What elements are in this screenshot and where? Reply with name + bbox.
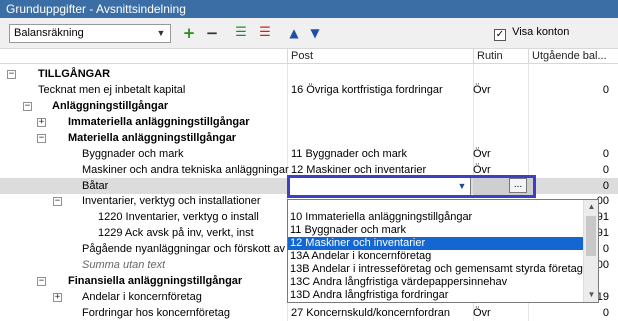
col-rutin-header[interactable]: Rutin <box>473 49 528 64</box>
expand-icon[interactable]: + <box>37 118 46 127</box>
dropdown-option[interactable]: 13D Andra långfristiga fordringar <box>288 289 584 302</box>
move-right-icon[interactable]: ☰ <box>232 24 250 42</box>
collapse-icon[interactable]: − <box>37 134 46 143</box>
scroll-up-icon[interactable]: ▲ <box>584 200 598 214</box>
tree-row[interactable]: − TILLGÅNGAR <box>0 66 618 82</box>
dropdown-option-selected[interactable]: 12 Maskiner och inventarier <box>288 237 584 250</box>
column-header: Post Rutin Utgående bal... <box>0 49 618 64</box>
row-balance: 0 <box>602 84 609 96</box>
row-rutin: Övr <box>473 148 491 160</box>
row-post: 16 Övriga kortfristiga fordringar <box>291 84 443 96</box>
tree-row[interactable]: Fordringar hos koncernföretag 27 Koncern… <box>0 305 618 321</box>
tree-row[interactable]: + Immateriella anläggningstillgångar <box>0 114 618 130</box>
row-balance: 0 <box>602 164 609 176</box>
tree-row[interactable]: − Anläggningstillgångar <box>0 98 618 114</box>
row-label: Immateriella anläggningstillgångar <box>68 116 250 128</box>
collapse-icon[interactable]: − <box>23 102 32 111</box>
row-rutin: Övr <box>473 307 491 319</box>
report-type-value: Balansräkning <box>14 27 84 39</box>
row-label: Finansiella anläggningstillgångar <box>68 275 243 287</box>
col-utg-header[interactable]: Utgående bal... <box>528 49 618 64</box>
sort-down-icon[interactable]: ▼ <box>306 24 324 42</box>
row-rutin: Övr <box>473 84 491 96</box>
toolbar: Balansräkning ▼ + − ☰ ☰ ▲ ▼ ✓ Visa konto… <box>0 18 618 49</box>
row-balance: 0 <box>602 148 609 160</box>
row-balance: 0 <box>602 180 609 192</box>
expand-icon[interactable]: + <box>53 293 62 302</box>
collapse-icon[interactable]: − <box>7 70 16 79</box>
show-accounts-label: Visa konton <box>512 26 570 38</box>
row-label: Maskiner och andra tekniska anläggningar <box>82 164 289 176</box>
row-label: TILLGÅNGAR <box>38 68 111 80</box>
scroll-down-icon[interactable]: ▼ <box>584 288 598 302</box>
scroll-thumb[interactable] <box>586 216 596 256</box>
post-dropdown-list[interactable]: 10 Immateriella anläggningstillgångar 11… <box>287 199 599 303</box>
dropdown-scrollbar[interactable]: ▲ ▼ <box>583 200 598 302</box>
row-label: Materiella anläggningstillgångar <box>68 132 237 144</box>
row-label: Anläggningstillgångar <box>52 100 169 112</box>
row-post: 27 Koncernskuld/koncernfordran <box>291 307 450 319</box>
row-label: Andelar i koncernföretag <box>82 291 202 303</box>
dropdown-option[interactable]: 13A Andelar i koncernföretag <box>288 250 584 263</box>
show-accounts-toggle[interactable]: ✓ Visa konton <box>494 26 569 41</box>
dropdown-option[interactable]: 10 Immateriella anläggningstillgångar <box>288 211 584 224</box>
edit-highlight <box>287 175 536 198</box>
row-label: Fordringar hos koncernföretag <box>82 307 230 319</box>
col-name-header[interactable] <box>0 49 287 64</box>
row-label: Båtar <box>82 180 109 192</box>
row-label: Byggnader och mark <box>82 148 184 160</box>
row-label: Summa utan text <box>82 259 166 271</box>
tree-row[interactable]: − Materiella anläggningstillgångar <box>0 130 618 146</box>
add-icon[interactable]: + <box>180 24 198 42</box>
tree-row[interactable]: Tecknat men ej inbetalt kapital 16 Övrig… <box>0 82 618 98</box>
dropdown-option[interactable]: 11 Byggnader och mark <box>288 224 584 237</box>
chevron-down-icon[interactable]: ▼ <box>154 26 168 41</box>
row-post: 11 Byggnader och mark <box>291 148 407 160</box>
show-accounts-checkbox[interactable]: ✓ <box>494 29 506 41</box>
row-label: Pågående nyanläggningar och förskott av <box>82 243 286 255</box>
col-post-header[interactable]: Post <box>287 49 473 64</box>
collapse-icon[interactable]: − <box>53 197 62 206</box>
dropdown-option[interactable]: 13B Andelar i intresseföretag och gemens… <box>288 263 584 276</box>
row-label: Tecknat men ej inbetalt kapital <box>38 84 186 96</box>
row-label: Inventarier, verktyg och installationer <box>82 195 261 207</box>
remove-icon[interactable]: − <box>203 24 221 42</box>
move-left-icon[interactable]: ☰ <box>256 24 274 42</box>
report-type-select[interactable]: Balansräkning ▼ <box>9 24 171 43</box>
row-label: 1220 Inventarier, verktyg o install <box>98 211 259 223</box>
collapse-icon[interactable]: − <box>37 277 46 286</box>
window-title: Grunduppgifter - Avsnittsindelning <box>0 0 618 18</box>
tree-row[interactable]: Byggnader och mark 11 Byggnader och mark… <box>0 146 618 162</box>
dropdown-option[interactable]: 13C Andra långfristiga värdepappersinneh… <box>288 276 584 289</box>
row-balance: 0 <box>602 307 609 319</box>
sort-up-icon[interactable]: ▲ <box>285 24 303 42</box>
row-label: 1229 Ack avsk på inv, verkt, inst <box>98 227 254 239</box>
